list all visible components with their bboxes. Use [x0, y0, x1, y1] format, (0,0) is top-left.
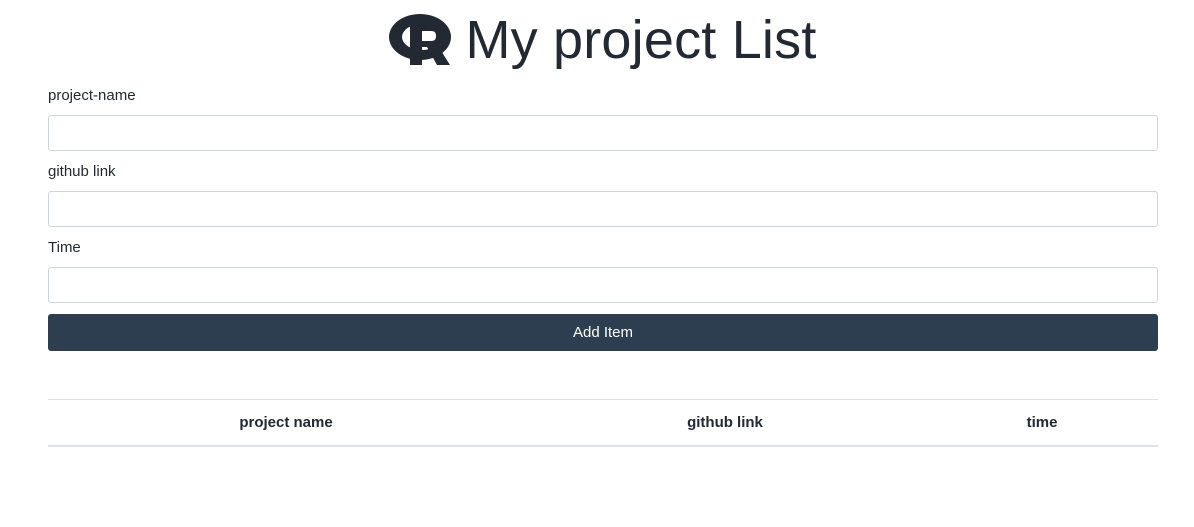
add-item-button[interactable]: Add Item: [48, 314, 1158, 351]
column-header-github-link: github link: [524, 399, 926, 447]
app-container: My project List project-name github link…: [48, 0, 1158, 447]
github-link-group: github link: [48, 162, 1158, 227]
add-project-form: project-name github link Time Add Item: [48, 86, 1158, 351]
column-header-project-name: project name: [48, 399, 524, 447]
project-name-input[interactable]: [48, 115, 1158, 151]
project-name-label: project-name: [48, 87, 136, 104]
time-group: Time: [48, 238, 1158, 303]
table-header-row: project name github link time: [48, 399, 1158, 447]
r-logo-icon: [389, 14, 452, 65]
project-table: project name github link time: [48, 399, 1158, 447]
time-input[interactable]: [48, 267, 1158, 303]
project-name-group: project-name: [48, 86, 1158, 151]
column-header-time: time: [926, 399, 1158, 447]
page-title: My project List: [465, 10, 817, 70]
page-header: My project List: [48, 0, 1158, 86]
github-link-input[interactable]: [48, 191, 1158, 227]
time-label: Time: [48, 239, 81, 256]
github-link-label: github link: [48, 163, 116, 180]
table-header: project name github link time: [48, 399, 1158, 447]
